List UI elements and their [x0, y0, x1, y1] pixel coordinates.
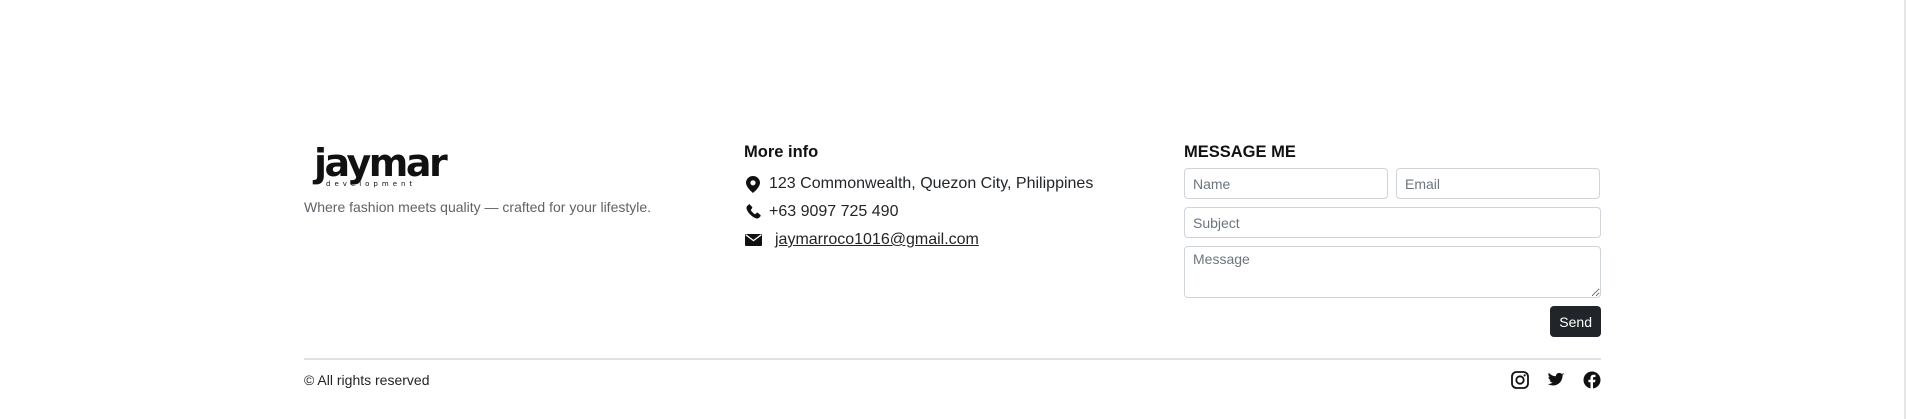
logo-wordmark: jaymar	[314, 141, 448, 185]
footer-columns: jaymar development Where fashion meets q…	[304, 140, 1601, 337]
twitter-icon[interactable]	[1547, 371, 1565, 389]
info-column: More info 123 Commonwealth, Quezon City,…	[744, 140, 1184, 337]
envelope-icon	[744, 231, 762, 249]
address-row: 123 Commonwealth, Quezon City, Philippin…	[744, 170, 1184, 198]
page: jaymar development Where fashion meets q…	[0, 0, 1906, 419]
facebook-icon[interactable]	[1583, 371, 1601, 389]
footer-divider	[304, 358, 1601, 360]
social-links	[1511, 371, 1601, 389]
copyright-text: © All rights reserved	[304, 372, 430, 388]
address-text: 123 Commonwealth, Quezon City, Philippin…	[769, 175, 1094, 192]
location-pin-icon	[744, 175, 762, 193]
send-button[interactable]: Send	[1550, 306, 1601, 337]
instagram-icon[interactable]	[1511, 371, 1529, 389]
email-row: jaymarroco1016@gmail.com	[744, 226, 1184, 254]
subject-input[interactable]	[1184, 207, 1601, 238]
footer-bottom-bar: © All rights reserved	[304, 371, 1601, 389]
subject-row	[1184, 207, 1601, 238]
brand-column: jaymar development Where fashion meets q…	[304, 140, 744, 337]
contact-form: Send	[1184, 168, 1601, 337]
send-wrap: Send	[1184, 306, 1601, 337]
phone-icon	[744, 203, 762, 221]
phone-text: +63 9097 725 490	[769, 203, 899, 220]
phone-row: +63 9097 725 490	[744, 198, 1184, 226]
email-link[interactable]: jaymarroco1016@gmail.com	[775, 231, 979, 249]
brand-logo[interactable]: jaymar development	[314, 140, 448, 190]
brand-tagline: Where fashion meets quality — crafted fo…	[304, 199, 652, 215]
message-row	[1184, 246, 1601, 298]
form-title: MESSAGE ME	[1184, 143, 1296, 161]
name-input[interactable]	[1184, 168, 1388, 199]
site-footer: jaymar development Where fashion meets q…	[304, 140, 1601, 389]
info-title: More info	[744, 143, 819, 161]
contact-form-column: MESSAGE ME Send	[1184, 140, 1601, 337]
email-input[interactable]	[1396, 168, 1600, 199]
name-email-row	[1184, 168, 1601, 199]
message-textarea[interactable]	[1184, 246, 1601, 298]
